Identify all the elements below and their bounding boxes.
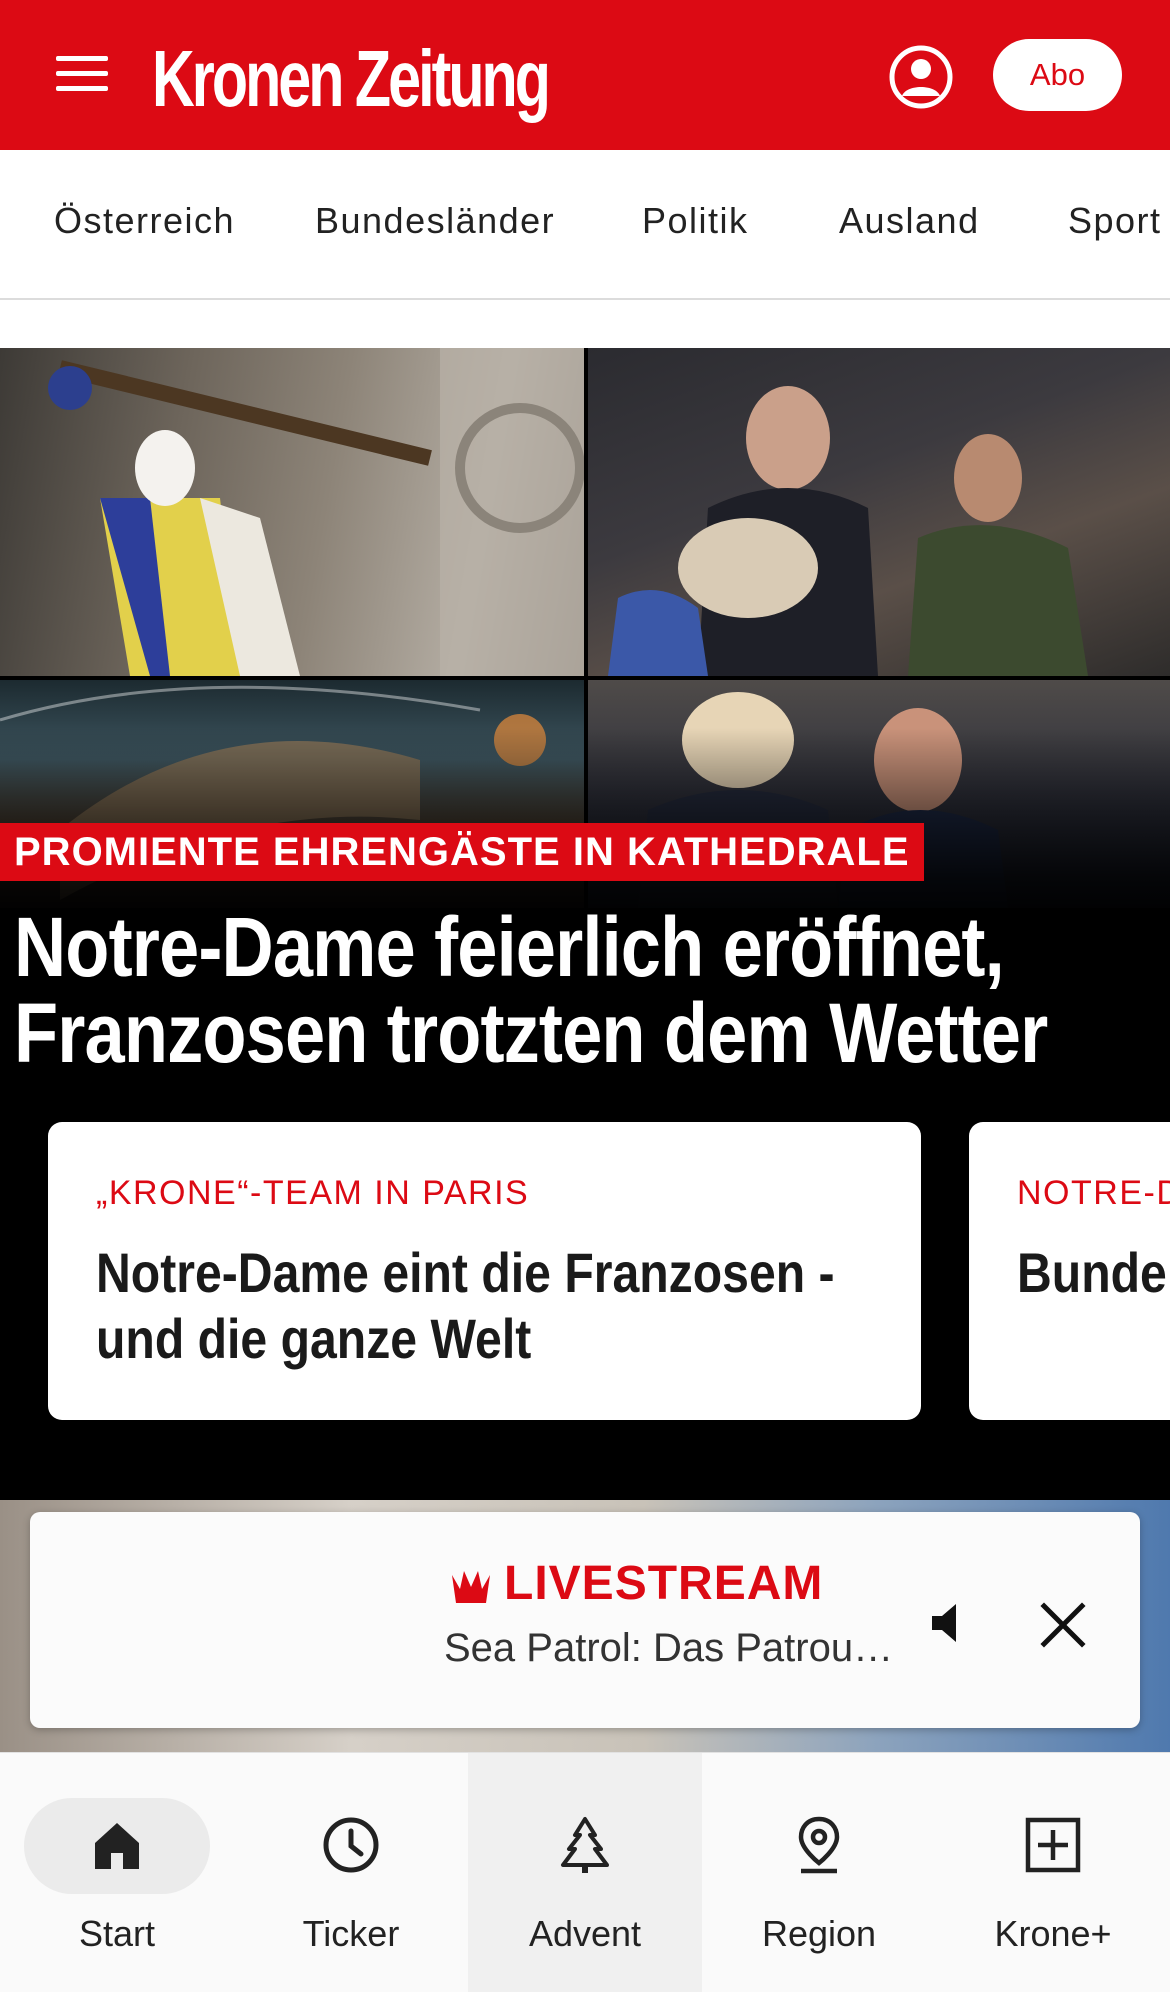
nav-ticker[interactable]: Ticker [234, 1753, 468, 1992]
location-pin-icon [798, 1816, 840, 1874]
category-nav: Österreich Bundesländer Politik Ausland … [0, 150, 1170, 300]
spacer [0, 300, 1170, 348]
app-header: Kronen Zeitung Abo [0, 0, 1170, 150]
nav-start[interactable]: Start [0, 1753, 234, 1992]
plus-box-icon [1025, 1817, 1081, 1873]
nav-label: Region [761, 1913, 877, 1954]
brand-logo[interactable]: Kronen Zeitung [152, 34, 551, 124]
hero-article[interactable]: PROMIENTE EHRENGÄSTE IN KATHEDRALE Notre… [0, 348, 1170, 1470]
hamburger-menu-icon[interactable] [52, 52, 114, 96]
livestream-bar[interactable]: LIVESTREAM Sea Patrol: Das Patrou… [30, 1512, 1140, 1728]
nav-label: Advent [528, 1913, 642, 1954]
card-title: Bunde Symbo [1017, 1241, 1170, 1304]
home-icon [95, 1823, 139, 1869]
related-article-card[interactable]: „KRONE“-TEAM IN PARIS Notre-Dame eint di… [48, 1122, 921, 1420]
related-article-card[interactable]: NOTRE-D Bunde Symbo [969, 1122, 1170, 1420]
account-icon[interactable] [888, 44, 954, 110]
photo-guests [588, 348, 1170, 676]
nav-krone-plus[interactable]: Krone+ [936, 1753, 1170, 1992]
tree-icon [561, 1817, 609, 1873]
category-ausland[interactable]: Ausland [839, 200, 980, 242]
livestream-label: LIVESTREAM [504, 1557, 824, 1610]
nav-label: Ticker [302, 1913, 400, 1954]
hero-kicker: PROMIENTE EHRENGÄSTE IN KATHEDRALE [0, 823, 924, 881]
nav-region[interactable]: Region [702, 1753, 936, 1992]
category-oesterreich[interactable]: Österreich [54, 200, 235, 242]
close-icon[interactable] [1036, 1598, 1090, 1652]
abo-button[interactable]: Abo [993, 39, 1122, 111]
card-kicker: „KRONE“-TEAM IN PARIS [96, 1174, 530, 1212]
nav-advent[interactable]: Advent [468, 1753, 702, 1992]
clock-icon [323, 1817, 379, 1873]
card-title: Notre-Dame eint die Franzosen - und die … [96, 1241, 835, 1370]
card-kicker: NOTRE-D [1017, 1174, 1170, 1212]
krone-crown-icon [452, 1571, 490, 1603]
livestream-title: Sea Patrol: Das Patrou… [444, 1626, 894, 1670]
category-politik[interactable]: Politik [642, 200, 749, 242]
category-sport[interactable]: Sport [1068, 200, 1162, 242]
nav-label: Krone+ [994, 1913, 1112, 1954]
bottom-nav: Start Ticker Advent Region Krone+ [0, 1752, 1170, 1992]
category-bundeslaender[interactable]: Bundesländer [315, 200, 555, 242]
hero-headline[interactable]: Notre-Dame feierlich eröffnet, Franzosen… [14, 904, 1132, 1076]
nav-label: Start [78, 1913, 156, 1954]
speaker-mute-icon[interactable] [926, 1596, 980, 1650]
photo-bishop [0, 348, 585, 676]
